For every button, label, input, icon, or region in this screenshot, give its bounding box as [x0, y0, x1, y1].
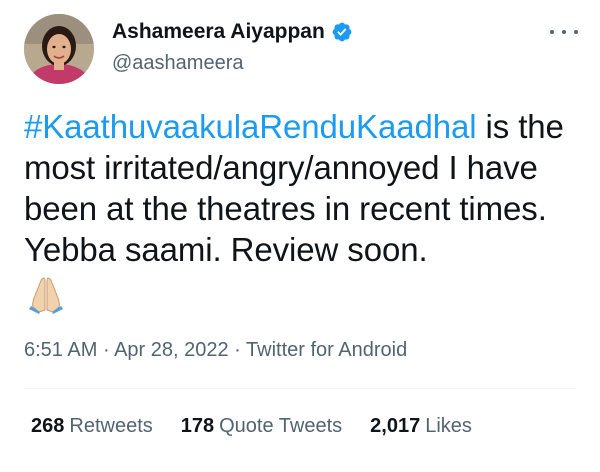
folded-hands-icon: [26, 274, 66, 314]
author-display-name[interactable]: Ashameera Aiyappan: [112, 20, 325, 44]
tweet-time[interactable]: 6:51 AM: [24, 339, 97, 361]
likes-label: Likes: [425, 415, 472, 437]
tweet-text: #KaathuvaakulaRenduKaadhal is the most i…: [24, 106, 584, 270]
hashtag-link[interactable]: #KaathuvaakulaRenduKaadhal: [24, 108, 477, 145]
tweet-source: Twitter for Android: [246, 339, 408, 361]
divider: [24, 388, 576, 389]
dot: [562, 30, 566, 34]
verified-badge-icon: [331, 21, 353, 43]
meta-separator: ·: [234, 339, 241, 361]
dot: [550, 30, 554, 34]
retweets-label: Retweets: [69, 415, 153, 437]
likes-count: 2,017: [370, 415, 421, 437]
retweets-count: 268: [31, 415, 65, 437]
author-handle[interactable]: @aashameera: [112, 52, 243, 75]
dot: [574, 30, 578, 34]
tweet-date[interactable]: Apr 28, 2022: [114, 339, 229, 361]
avatar-image: [24, 14, 94, 84]
quote-tweets-stat[interactable]: 178 Quote Tweets: [181, 415, 342, 438]
avatar[interactable]: [24, 14, 94, 84]
likes-stat[interactable]: 2,017 Likes: [370, 415, 472, 438]
retweets-stat[interactable]: 268 Retweets: [31, 415, 153, 438]
author-display-name-row[interactable]: Ashameera Aiyappan: [112, 20, 353, 44]
quote-tweets-count: 178: [180, 415, 215, 437]
more-options-icon[interactable]: [550, 22, 578, 42]
quote-tweets-label: Quote Tweets: [219, 415, 343, 437]
engagement-stats: 268 Retweets 178 Quote Tweets 2,017 Likes: [31, 415, 500, 438]
meta-separator: ·: [102, 339, 110, 361]
tweet-meta: 6:51 AM · Apr 28, 2022 · Twitter for And…: [24, 339, 407, 362]
